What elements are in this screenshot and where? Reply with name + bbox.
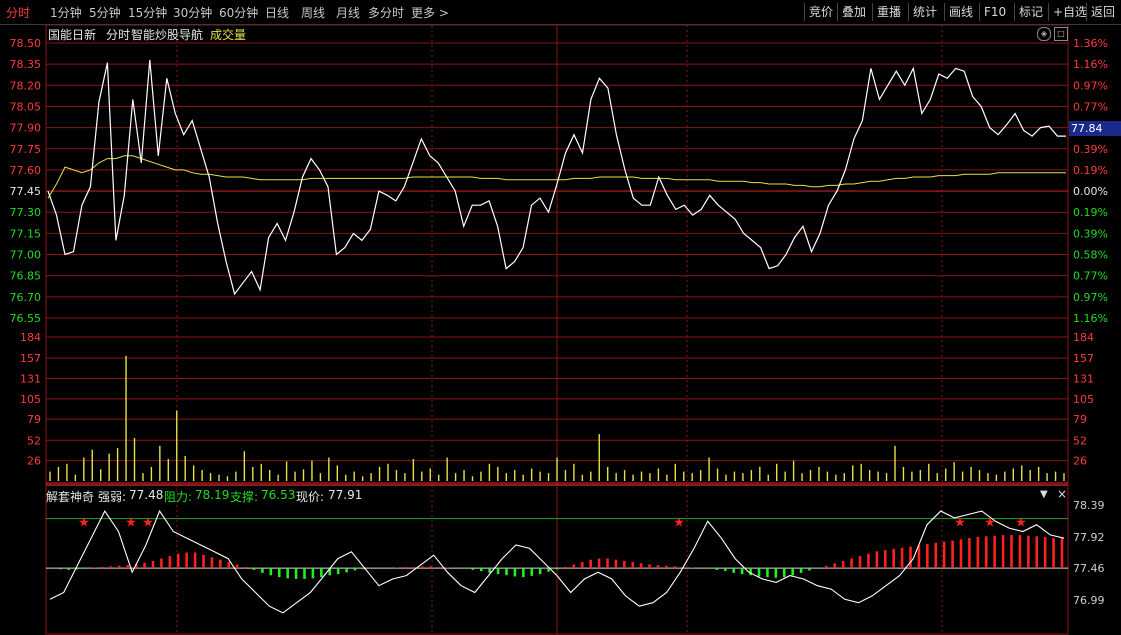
toolbar-button[interactable]: 叠加 xyxy=(837,3,870,21)
percent-axis-label: 1.36% xyxy=(1073,37,1108,50)
mode-label: 分时 xyxy=(106,28,131,42)
toolbar-button[interactable]: 竞价 xyxy=(804,3,837,21)
signal-star-icon: ★ xyxy=(142,516,154,531)
stock-name: 国能日新 xyxy=(48,28,97,42)
price-tag: 77.84 xyxy=(1069,121,1121,136)
settings-icon[interactable]: ◈ xyxy=(1037,27,1051,41)
strength-label: 强弱: xyxy=(98,490,127,504)
chart-area: 78.50 1.36% 78.35 1.16% 78.20 0.97% 78.05 0.77%… xyxy=(10,25,1108,635)
volume-axis-label: 79 xyxy=(27,413,41,426)
maximize-icon[interactable]: □ xyxy=(1054,27,1068,41)
toolbar-button[interactable]: 返回 xyxy=(1086,3,1119,21)
current-value: 77.91 xyxy=(328,488,363,502)
timeframe-tab[interactable]: 60分钟 xyxy=(219,4,258,21)
toolbar-button[interactable]: 标记 xyxy=(1014,3,1047,21)
strength-value: 77.48 xyxy=(129,488,164,502)
percent-axis-label: 0.39% xyxy=(1073,227,1108,240)
price-axis-label: 78.05 xyxy=(10,100,42,113)
price-axis-label: 76.70 xyxy=(10,291,42,304)
toolbar-button[interactable]: 统计 xyxy=(908,3,941,21)
indicator-axis-label: 78.39 xyxy=(1073,499,1105,512)
volume-axis-label: 184 xyxy=(20,331,41,344)
indicator-axis-label: 77.92 xyxy=(1073,531,1105,544)
toolbar-button[interactable]: 重播 xyxy=(872,3,905,21)
price-axis-label: 76.55 xyxy=(10,312,42,325)
volume-axis-label-right: 79 xyxy=(1073,413,1087,426)
timeframe-tab[interactable]: 周线 xyxy=(301,4,325,21)
toolbar-button[interactable]: F10 xyxy=(979,3,1010,21)
volume-axis-label: 157 xyxy=(20,352,41,365)
timeframe-tab[interactable]: 分时 xyxy=(6,4,30,21)
percent-axis-label: 0.97% xyxy=(1073,79,1108,92)
volume-axis-label: 52 xyxy=(27,434,41,447)
indicator-axis-label: 77.46 xyxy=(1073,562,1105,575)
percent-axis-label: 0.00% xyxy=(1073,185,1108,198)
price-axis-label: 78.20 xyxy=(10,79,42,92)
volume-axis-label: 26 xyxy=(27,455,41,468)
timeframe-tab[interactable]: 15分钟 xyxy=(128,4,167,21)
percent-axis-label: 1.16% xyxy=(1073,312,1108,325)
timeframe-tab[interactable]: 1分钟 xyxy=(50,4,82,21)
volume-axis-label-right: 105 xyxy=(1073,393,1094,406)
timeframe-tab[interactable]: 30分钟 xyxy=(173,4,212,21)
timeframe-tab[interactable]: 月线 xyxy=(336,4,360,21)
toolbar-button[interactable]: 画线 xyxy=(944,3,977,21)
price-axis-label: 77.90 xyxy=(10,122,42,135)
volume-axis-label: 105 xyxy=(20,393,41,406)
indicator-axis-label: 76.99 xyxy=(1073,594,1105,607)
support-label: 支撑: xyxy=(230,490,259,504)
app-label: 智能炒股导航 xyxy=(131,28,204,42)
volume-label: 成交量 xyxy=(210,28,247,42)
percent-axis-label: 0.19% xyxy=(1073,164,1108,177)
price-axis-label: 76.85 xyxy=(10,270,42,283)
signal-star-icon: ★ xyxy=(673,516,685,531)
price-axis-label: 78.50 xyxy=(10,37,42,50)
percent-axis-label: 0.77% xyxy=(1073,100,1108,113)
timeframe-tab[interactable]: 更多 > xyxy=(411,4,449,21)
top-toolbar: 分时 1分钟 5分钟 15分钟 30分钟 60分钟 日线 周线 月线 多分时 更多 > 竞价 叠加 重播统… xyxy=(0,0,1121,25)
price-axis-label: 77.00 xyxy=(10,249,42,262)
timeframe-tab[interactable]: 日线 xyxy=(265,4,289,21)
signal-star-icon: ★ xyxy=(984,516,996,531)
volume-axis-label-right: 131 xyxy=(1073,372,1094,385)
resistance-label: 阻力: xyxy=(164,490,193,504)
price-axis-label: 77.15 xyxy=(10,227,42,240)
percent-axis-label: 1.16% xyxy=(1073,58,1108,71)
price-axis-label: 78.35 xyxy=(10,58,42,71)
price-axis-label: 77.45 xyxy=(10,185,42,198)
indicator-name: 解套神奇 xyxy=(46,490,95,504)
percent-axis-label: 0.77% xyxy=(1073,270,1108,283)
price-axis-label: 77.75 xyxy=(10,143,42,156)
signal-star-icon: ★ xyxy=(78,516,90,531)
signal-star-icon: ★ xyxy=(1015,516,1027,531)
support-value: 76.53 xyxy=(261,488,296,502)
volume-axis-label-right: 184 xyxy=(1073,331,1094,344)
resistance-value: 78.19 xyxy=(195,488,230,502)
timeframe-tab[interactable]: 5分钟 xyxy=(89,4,121,21)
signal-star-icon: ★ xyxy=(125,516,137,531)
close-icon[interactable]: × xyxy=(1057,487,1067,501)
price-axis-label: 77.60 xyxy=(10,164,42,177)
volume-axis-label-right: 26 xyxy=(1073,455,1087,468)
dropdown-icon[interactable]: ▼ xyxy=(1040,489,1048,500)
volume-axis-label-right: 52 xyxy=(1073,434,1087,447)
timeframe-tab[interactable]: 多分时 xyxy=(368,4,404,21)
current-label: 现价: xyxy=(296,490,325,504)
volume-axis-label-right: 157 xyxy=(1073,352,1094,365)
signal-star-icon: ★ xyxy=(954,516,966,531)
toolbar-button[interactable]: +自选 xyxy=(1048,3,1091,21)
percent-axis-label: 0.58% xyxy=(1073,249,1108,262)
percent-axis-label: 0.97% xyxy=(1073,291,1108,304)
percent-axis-label: 0.39% xyxy=(1073,143,1108,156)
price-axis-label: 77.30 xyxy=(10,206,42,219)
percent-axis-label: 0.19% xyxy=(1073,206,1108,219)
volume-axis-label: 131 xyxy=(20,372,41,385)
